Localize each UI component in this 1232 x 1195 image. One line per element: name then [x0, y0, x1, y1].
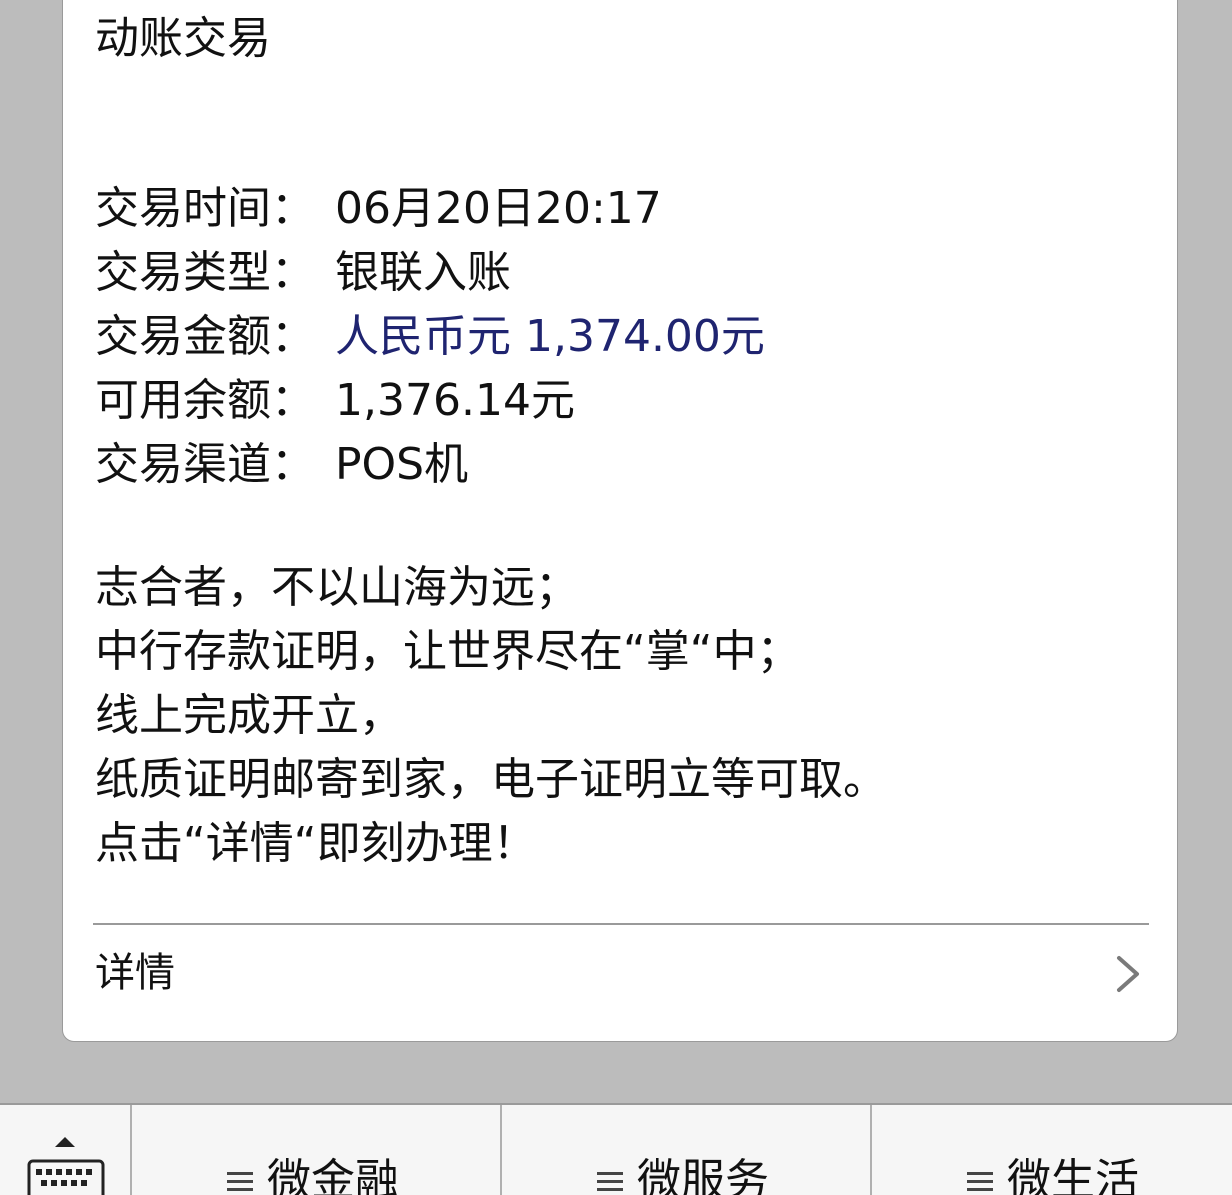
chevron-right-icon — [1117, 956, 1139, 992]
field-transaction-amount: 交易金额： 人民币元 1,374.00元 — [95, 305, 765, 369]
field-transaction-channel: 交易渠道： POS机 — [95, 433, 765, 497]
menu-item-content: 微金融 — [227, 1153, 399, 1195]
field-transaction-type: 交易类型： 银联入账 — [95, 241, 765, 305]
amount-value: 人民币元 1,374.00元 — [335, 311, 765, 362]
field-value: POS机 — [335, 439, 469, 490]
chat-page: 动账交易 交易时间： 06月20日20:17 交易类型： 银联入账 交易金额： 人民币… — [0, 0, 1232, 1195]
menu-item-content: 微生活 — [967, 1153, 1139, 1195]
menu-lines-icon — [967, 1172, 993, 1191]
field-label: 可用余额： — [95, 375, 315, 426]
promo-line: 纸质证明邮寄到家，电子证明立等可取。 — [95, 754, 887, 805]
menu-item-content: 微服务 — [597, 1153, 769, 1195]
menu-wei-service[interactable]: 微服务 — [502, 1105, 872, 1195]
bottom-menu-bar: 微金融 微服务 微生活 — [0, 1103, 1232, 1195]
field-transaction-time: 交易时间： 06月20日20:17 — [95, 177, 765, 241]
promo-line: 线上完成开立， — [95, 690, 403, 741]
menu-label: 微金融 — [267, 1155, 399, 1195]
details-link[interactable]: 详情 — [93, 925, 1149, 1023]
menu-lines-icon — [597, 1172, 623, 1191]
transaction-message-card: 动账交易 交易时间： 06月20日20:17 交易类型： 银联入账 交易金额： 人民币… — [62, 0, 1178, 1042]
transaction-fields: 交易时间： 06月20日20:17 交易类型： 银联入账 交易金额： 人民币元 1,3… — [95, 177, 765, 497]
field-label: 交易渠道： — [95, 439, 315, 490]
promo-text: 志合者，不以山海为远； 中行存款证明，让世界尽在“掌“中； 线上完成开立， 纸质… — [95, 556, 887, 876]
menu-label: 微生活 — [1007, 1155, 1139, 1195]
keyboard-icon — [27, 1159, 105, 1195]
field-value: 银联入账 — [335, 247, 511, 298]
promo-line: 志合者，不以山海为远； — [95, 562, 579, 613]
field-label: 交易时间： — [95, 183, 315, 234]
details-label: 详情 — [95, 950, 175, 996]
keyboard-toggle-button[interactable] — [0, 1105, 132, 1195]
field-available-balance: 可用余额： 1,376.14元 — [95, 369, 765, 433]
caret-up-icon — [55, 1137, 75, 1147]
field-value: 1,376.14元 — [335, 375, 575, 426]
message-title: 动账交易 — [95, 13, 271, 64]
field-value: 06月20日20:17 — [335, 183, 662, 234]
menu-wei-finance[interactable]: 微金融 — [132, 1105, 502, 1195]
field-label: 交易类型： — [95, 247, 315, 298]
menu-wei-life[interactable]: 微生活 — [872, 1105, 1232, 1195]
field-label: 交易金额： — [95, 311, 315, 362]
menu-lines-icon — [227, 1172, 253, 1191]
menu-label: 微服务 — [637, 1155, 769, 1195]
promo-line: 中行存款证明，让世界尽在“掌“中； — [95, 626, 801, 677]
promo-line: 点击“详情“即刻办理！ — [95, 818, 537, 869]
